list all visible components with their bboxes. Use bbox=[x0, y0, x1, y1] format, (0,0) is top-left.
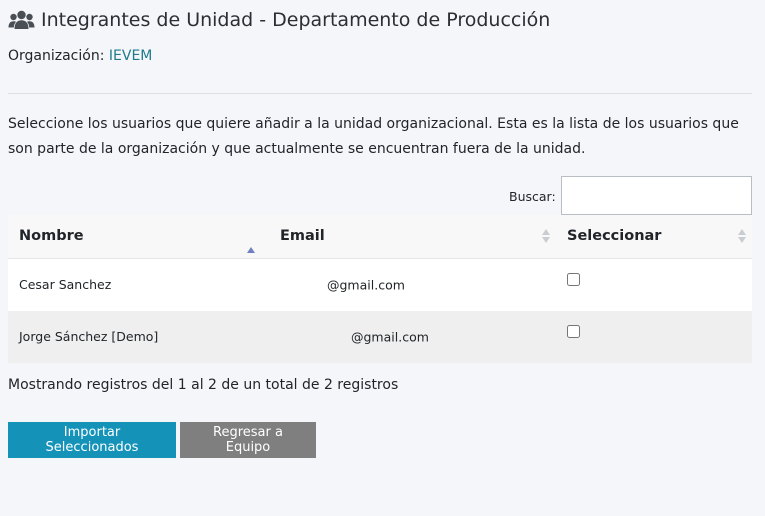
sort-both-icon bbox=[738, 229, 746, 244]
column-header-seleccionar[interactable]: Seleccionar bbox=[556, 215, 752, 259]
select-cell bbox=[556, 310, 752, 363]
user-email: @gmail.com bbox=[327, 277, 405, 292]
page: Integrantes de Unidad - Departamento de … bbox=[0, 0, 765, 516]
table-header-row: Nombre Email Seleccionar bbox=[8, 215, 752, 259]
user-name-cell: Jorge Sánchez [Demo] bbox=[8, 310, 269, 363]
organization-link[interactable]: IEVEM bbox=[109, 48, 152, 64]
sort-asc-icon bbox=[247, 231, 255, 253]
table-row: Jorge Sánchez [Demo] @gmail.com bbox=[8, 310, 752, 363]
page-title: Integrantes de Unidad - Departamento de … bbox=[41, 9, 551, 31]
users-icon bbox=[8, 10, 35, 30]
description-text: Seleccione los usuarios que quiere añadi… bbox=[8, 116, 739, 157]
users-table: Nombre Email Seleccionar Cesar Sanchez @… bbox=[8, 215, 752, 363]
select-checkbox[interactable] bbox=[567, 324, 580, 338]
user-name-cell: Cesar Sanchez bbox=[8, 258, 269, 311]
back-to-team-button[interactable]: Regresar a Equipo bbox=[180, 422, 316, 458]
sort-both-icon bbox=[542, 229, 550, 244]
organization-label: Organización: bbox=[8, 48, 105, 64]
divider bbox=[8, 93, 752, 94]
column-header-nombre[interactable]: Nombre bbox=[8, 215, 269, 259]
user-email-cell: @gmail.com bbox=[269, 258, 556, 311]
import-selected-button[interactable]: Importar Seleccionados bbox=[8, 422, 176, 458]
select-cell bbox=[556, 258, 752, 311]
page-header: Integrantes de Unidad - Departamento de … bbox=[8, 9, 550, 31]
column-header-email[interactable]: Email bbox=[269, 215, 556, 259]
search-label: Buscar: bbox=[509, 189, 556, 204]
user-email-cell: @gmail.com bbox=[269, 310, 556, 363]
user-email: @gmail.com bbox=[351, 329, 429, 344]
table-row: Cesar Sanchez @gmail.com bbox=[8, 258, 752, 311]
table-info-text: Mostrando registros del 1 al 2 de un tot… bbox=[8, 377, 399, 393]
organization-row: Organización: IEVEM bbox=[8, 48, 152, 64]
search-input[interactable] bbox=[561, 176, 752, 215]
select-checkbox[interactable] bbox=[567, 272, 580, 286]
